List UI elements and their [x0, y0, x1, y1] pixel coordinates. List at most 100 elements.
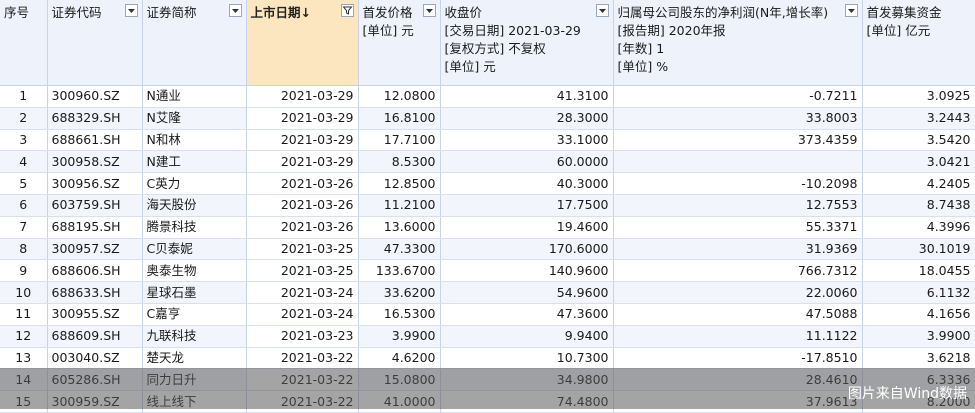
cell-net-profit-growth[interactable]: 22.0060	[613, 281, 863, 304]
cell-ipo-funds[interactable]: 30.1019	[862, 238, 975, 261]
filter-dropdown-icon[interactable]	[422, 4, 436, 17]
cell-code[interactable]: 688633.SH	[47, 281, 143, 304]
cell-code[interactable]: 603759.SH	[47, 194, 143, 217]
cell-ipo-funds[interactable]: 8.2000	[862, 390, 975, 413]
col-header-list-date[interactable]: 上市日期↓	[246, 0, 359, 86]
cell-name[interactable]: C贝泰妮	[142, 238, 247, 261]
cell-index[interactable]: 13	[0, 347, 48, 370]
cell-net-profit-growth[interactable]: -0.7211	[613, 85, 863, 108]
col-header-ipo-funds[interactable]: 首发募集资金 [单位] 亿元	[862, 0, 975, 86]
cell-net-profit-growth[interactable]	[613, 150, 863, 174]
cell-list-date[interactable]: 2021-03-24	[246, 303, 359, 326]
cell-ipo-funds[interactable]: 3.2443	[862, 107, 975, 130]
cell-code[interactable]: 300959.SZ	[47, 390, 143, 413]
cell-close-price[interactable]: 47.3600	[440, 303, 614, 326]
col-header-net-profit-growth[interactable]: 归属母公司股东的净利润(N年,增长率) [报告期] 2020年报 [年数] 1 …	[613, 0, 863, 86]
table-row[interactable]: 13 003040.SZ 楚天龙 2021-03-22 4.6200 10.7300 -17…	[0, 347, 975, 370]
cell-close-price[interactable]: 40.3000	[440, 172, 614, 195]
cell-close-price[interactable]: 54.9600	[440, 281, 614, 304]
cell-ipo-price[interactable]: 3.9900	[358, 325, 441, 348]
cell-ipo-funds[interactable]: 4.3996	[862, 216, 975, 239]
cell-list-date[interactable]: 2021-03-29	[246, 85, 359, 108]
cell-index[interactable]: 5	[0, 172, 48, 195]
col-header-name[interactable]: 证券简称	[142, 0, 247, 86]
cell-index[interactable]: 1	[0, 85, 48, 108]
cell-name[interactable]: 奥泰生物	[142, 259, 247, 283]
cell-ipo-price[interactable]: 4.6200	[358, 347, 441, 370]
cell-ipo-funds[interactable]: 3.0925	[862, 85, 975, 108]
cell-ipo-funds[interactable]: 3.6218	[862, 347, 975, 370]
cell-list-date[interactable]: 2021-03-22	[246, 390, 359, 413]
cell-list-date[interactable]: 2021-03-25	[246, 259, 359, 283]
cell-code[interactable]: 300958.SZ	[47, 150, 143, 174]
cell-index[interactable]: 9	[0, 259, 48, 283]
cell-net-profit-growth[interactable]: 766.7312	[613, 259, 863, 283]
cell-name[interactable]: N艾隆	[142, 107, 247, 130]
cell-index[interactable]: 6	[0, 194, 48, 217]
cell-close-price[interactable]: 140.9600	[440, 259, 614, 283]
cell-ipo-funds[interactable]: 3.0421	[862, 150, 975, 174]
cell-ipo-funds[interactable]: 4.2405	[862, 172, 975, 195]
cell-code[interactable]: 688609.SH	[47, 325, 143, 348]
cell-close-price[interactable]: 34.9800	[440, 368, 614, 392]
cell-name[interactable]: N建工	[142, 150, 247, 174]
cell-close-price[interactable]: 33.1000	[440, 129, 614, 152]
table-row[interactable]: 7 688195.SH 腾景科技 2021-03-26 13.6000 19.4600 55…	[0, 216, 975, 239]
cell-code[interactable]: 300960.SZ	[47, 85, 143, 108]
table-row[interactable]: 15 300959.SZ 线上线下 2021-03-22 41.0000 74.4800 3…	[0, 390, 975, 413]
cell-ipo-price[interactable]: 17.7100	[358, 129, 441, 152]
cell-net-profit-growth[interactable]: 373.4359	[613, 129, 863, 152]
col-header-code[interactable]: 证券代码	[47, 0, 143, 86]
cell-ipo-price[interactable]: 13.6000	[358, 216, 441, 239]
cell-ipo-price[interactable]: 133.6700	[358, 259, 441, 283]
cell-close-price[interactable]: 74.4800	[440, 390, 614, 413]
cell-name[interactable]: 海天股份	[142, 194, 247, 217]
table-row[interactable]: 6 603759.SH 海天股份 2021-03-26 11.2100 17.7500 12…	[0, 194, 975, 217]
cell-code[interactable]: 688195.SH	[47, 216, 143, 239]
table-row[interactable]: 8 300957.SZ C贝泰妮 2021-03-25 47.3300 170.6000 3…	[0, 238, 975, 261]
cell-list-date[interactable]: 2021-03-22	[246, 347, 359, 370]
cell-list-date[interactable]: 2021-03-26	[246, 216, 359, 239]
cell-index[interactable]: 14	[0, 368, 48, 392]
table-row[interactable]: 4 300958.SZ N建工 2021-03-29 8.5300 60.0000 3.04…	[0, 150, 975, 174]
cell-net-profit-growth[interactable]: -10.2098	[613, 172, 863, 195]
cell-name[interactable]: C嘉亨	[142, 303, 247, 326]
cell-close-price[interactable]: 17.7500	[440, 194, 614, 217]
cell-ipo-price[interactable]: 15.0800	[358, 368, 441, 392]
cell-close-price[interactable]: 170.6000	[440, 238, 614, 261]
cell-list-date[interactable]: 2021-03-29	[246, 150, 359, 174]
cell-index[interactable]: 10	[0, 281, 48, 304]
cell-code[interactable]: 003040.SZ	[47, 347, 143, 370]
cell-list-date[interactable]: 2021-03-29	[246, 129, 359, 152]
cell-net-profit-growth[interactable]: 28.4610	[613, 368, 863, 392]
table-row[interactable]: 11 300955.SZ C嘉亨 2021-03-24 16.5300 47.3600 47…	[0, 303, 975, 326]
table-row[interactable]: 1 300960.SZ N通业 2021-03-29 12.0800 41.3100 -0.…	[0, 85, 975, 108]
cell-net-profit-growth[interactable]: 31.9369	[613, 238, 863, 261]
filter-dropdown-icon[interactable]	[595, 4, 609, 17]
table-row[interactable]: 14 605286.SH 同力日升 2021-03-22 15.0800 34.9800 2…	[0, 368, 975, 392]
cell-net-profit-growth[interactable]: 33.8003	[613, 107, 863, 130]
cell-name[interactable]: N通业	[142, 85, 247, 108]
cell-ipo-price[interactable]: 41.0000	[358, 390, 441, 413]
cell-close-price[interactable]: 60.0000	[440, 150, 614, 174]
cell-list-date[interactable]: 2021-03-29	[246, 107, 359, 130]
cell-code[interactable]: 300955.SZ	[47, 303, 143, 326]
table-row[interactable]: 10 688633.SH 星球石墨 2021-03-24 33.6200 54.9600 2…	[0, 281, 975, 304]
cell-code[interactable]: 688329.SH	[47, 107, 143, 130]
cell-name[interactable]: 线上线下	[142, 390, 247, 413]
cell-code[interactable]: 688661.SH	[47, 129, 143, 152]
cell-net-profit-growth[interactable]: 37.9613	[613, 390, 863, 413]
cell-ipo-price[interactable]: 12.8500	[358, 172, 441, 195]
cell-ipo-price[interactable]: 33.6200	[358, 281, 441, 304]
cell-net-profit-growth[interactable]: -17.8510	[613, 347, 863, 370]
cell-net-profit-growth[interactable]: 11.1122	[613, 325, 863, 348]
cell-ipo-price[interactable]: 12.0800	[358, 85, 441, 108]
cell-ipo-price[interactable]: 47.3300	[358, 238, 441, 261]
cell-name[interactable]: 腾景科技	[142, 216, 247, 239]
cell-ipo-funds[interactable]: 8.7438	[862, 194, 975, 217]
cell-name[interactable]: 同力日升	[142, 368, 247, 392]
cell-close-price[interactable]: 28.3000	[440, 107, 614, 130]
filter-funnel-icon[interactable]	[340, 4, 354, 17]
cell-code[interactable]: 300956.SZ	[47, 172, 143, 195]
cell-list-date[interactable]: 2021-03-26	[246, 172, 359, 195]
